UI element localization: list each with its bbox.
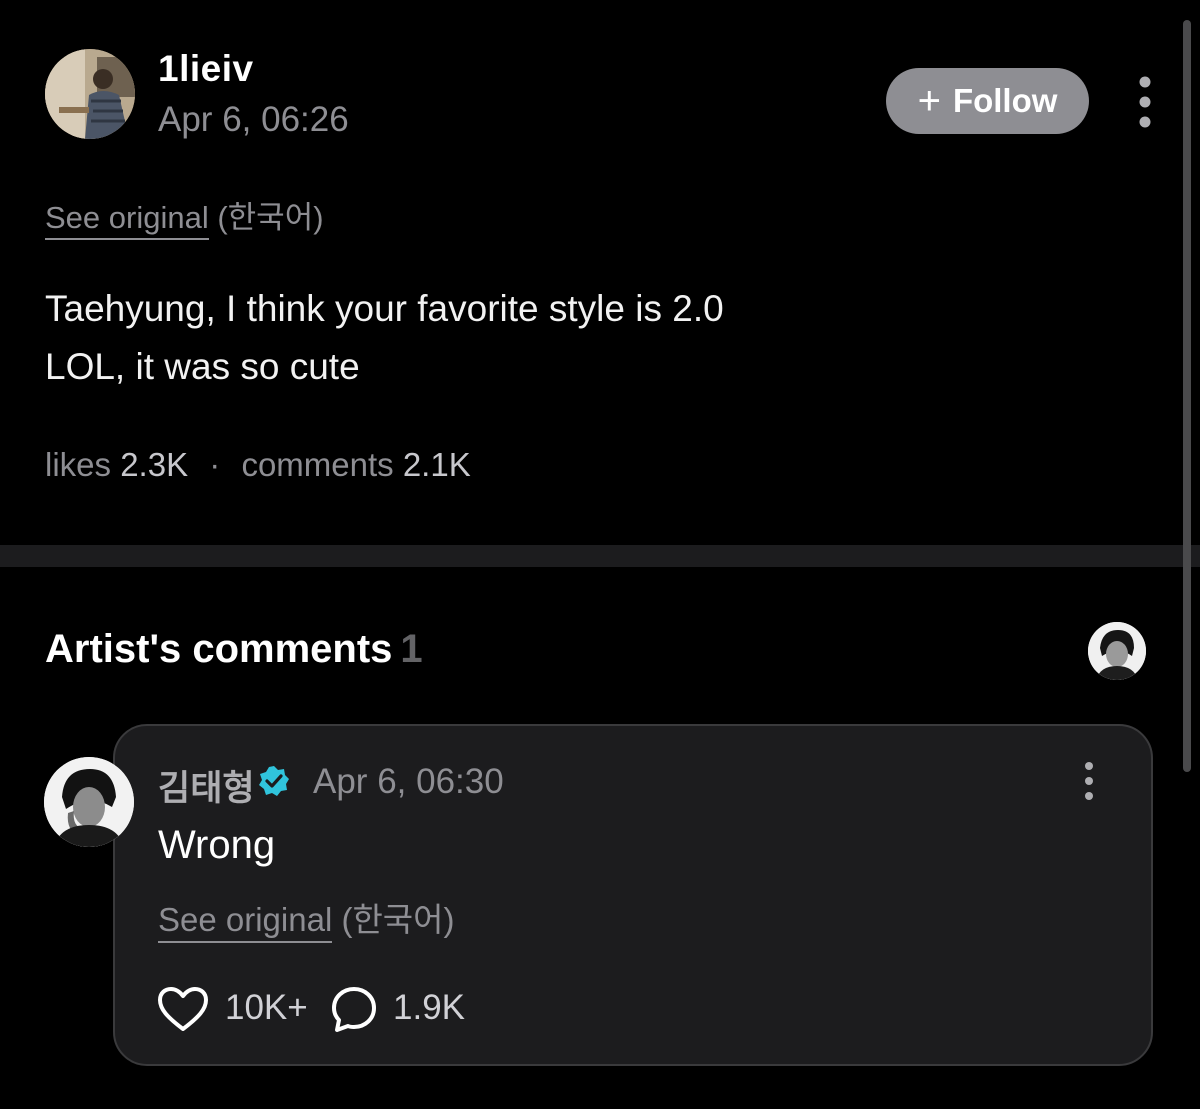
likes-label: likes (45, 446, 112, 483)
plus-icon: + (917, 79, 941, 123)
follow-label: Follow (952, 82, 1058, 119)
post-body-line: Taehyung, I think your favorite style is… (45, 288, 724, 329)
original-language: (한국어) (217, 200, 324, 235)
see-original-row: See original (한국어) (45, 192, 324, 240)
user-avatar[interactable] (45, 49, 135, 139)
more-vertical-icon (1085, 762, 1093, 800)
post-stats: likes 2.3K · comments 2.1K (45, 446, 471, 484)
comment-text: Wrong (158, 823, 276, 867)
comment-author[interactable]: 김태형 (158, 760, 255, 811)
comment-likes-count: 10K+ (225, 988, 308, 1027)
comment-see-original-row: See original (한국어) (158, 893, 455, 943)
reply-button[interactable] (330, 985, 378, 1033)
artist-avatar-small[interactable] (1088, 622, 1146, 680)
like-button[interactable] (157, 986, 209, 1032)
post-body-line: LOL, it was so cute (45, 346, 360, 387)
comment-replies-count: 1.9K (393, 988, 465, 1027)
artist-comments-count: 1 (400, 627, 423, 671)
section-divider (0, 545, 1200, 567)
scrollbar[interactable] (1183, 20, 1191, 772)
comment-original-language: (한국어) (341, 901, 455, 938)
post-body: Taehyung, I think your favorite style is… (45, 280, 1045, 396)
comments-label: comments (241, 446, 394, 483)
post-timestamp: Apr 6, 06:26 (158, 100, 349, 139)
more-vertical-icon (1139, 76, 1151, 128)
stats-separator: · (209, 446, 221, 483)
post-username[interactable]: 1lieiv (158, 48, 254, 90)
verified-badge-icon (258, 765, 290, 797)
follow-button[interactable]: + Follow (886, 68, 1089, 134)
artist-comments-title: Artist's comments 1 (45, 627, 423, 672)
comment-bubble-icon (332, 987, 376, 1032)
likes-count: 2.3K (120, 446, 189, 483)
heart-icon (158, 987, 208, 1031)
comment-more-button[interactable] (1075, 761, 1103, 801)
comment-see-original-link[interactable]: See original (158, 901, 333, 943)
comments-count: 2.1K (402, 446, 471, 483)
more-options-button[interactable] (1130, 74, 1160, 130)
artist-avatar[interactable] (44, 757, 134, 847)
artist-comments-label: Artist's comments (45, 627, 393, 671)
see-original-link[interactable]: See original (45, 200, 209, 240)
comment-timestamp: Apr 6, 06:30 (313, 762, 504, 801)
